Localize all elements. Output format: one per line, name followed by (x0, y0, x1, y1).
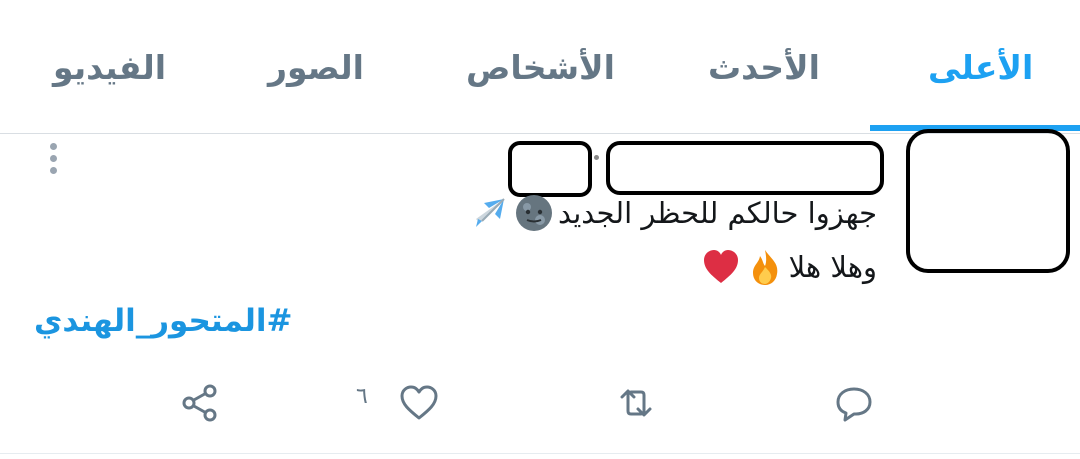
airplane-emoji (470, 193, 510, 233)
display-name-redacted[interactable] (606, 141, 884, 195)
tab-videos[interactable]: الفيديو (53, 48, 166, 87)
avatar-redacted[interactable] (906, 129, 1070, 273)
more-options-icon[interactable] (46, 143, 60, 177)
retweet-icon[interactable] (614, 381, 658, 425)
fire-emoji (745, 247, 785, 287)
full-moon-face-emoji (514, 193, 554, 233)
tab-latest[interactable]: الأحدث (708, 48, 820, 87)
separator-dot (594, 155, 599, 160)
reply-icon[interactable] (832, 381, 876, 425)
hashtag-link[interactable]: #المتحور_الهندي (34, 303, 293, 339)
like-count: ٦ (356, 384, 368, 409)
tab-top[interactable]: الأعلى (928, 48, 1033, 87)
tweet-text-2: وهلا هلا (788, 250, 877, 284)
divider (0, 453, 1080, 454)
tweet-text-line-1: جهزوا حالكم للحظر الجديد (470, 193, 877, 233)
tab-photos[interactable]: الصور (268, 48, 364, 87)
tweet-text-line-2: وهلا هلا (701, 247, 877, 287)
like-heart-icon[interactable] (397, 381, 441, 425)
tab-people[interactable]: الأشخاص (466, 48, 615, 87)
tweet-text-1: جهزوا حالكم للحظر الجديد (558, 196, 877, 230)
handle-redacted[interactable] (508, 141, 592, 197)
share-icon[interactable] (178, 381, 222, 425)
red-heart-emoji (701, 247, 741, 287)
search-tabs: الأعلى الأحدث الأشخاص الصور الفيديو (0, 0, 1080, 134)
